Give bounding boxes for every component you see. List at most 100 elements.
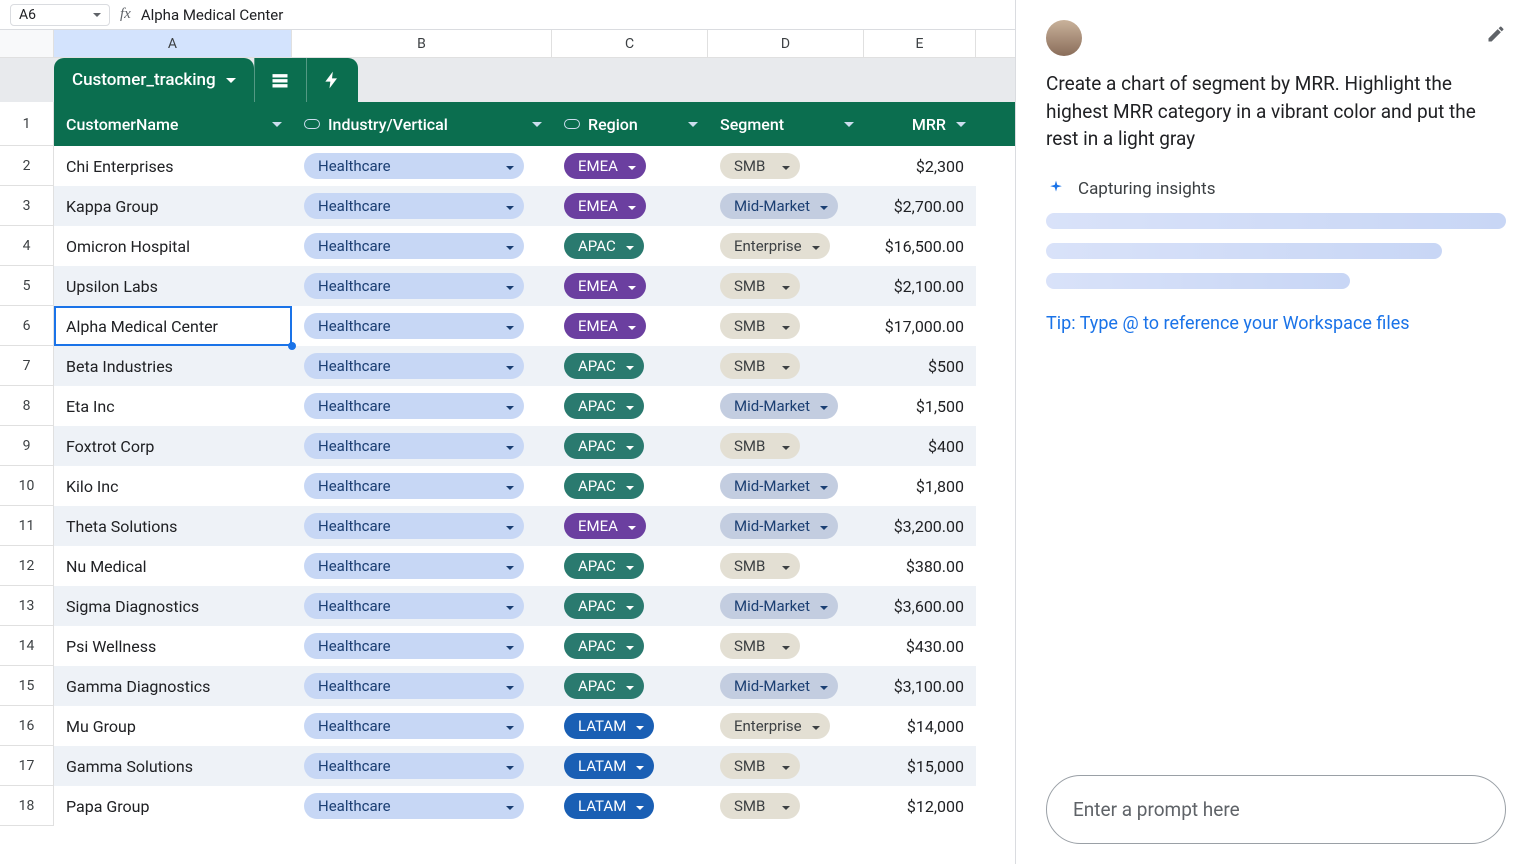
region-chip[interactable]: APAC [564,593,644,619]
row-number[interactable]: 14 [0,626,54,666]
cell-customer-name[interactable]: Alpha Medical Center [54,306,292,346]
col-industry[interactable]: Industry/Vertical [292,102,552,146]
cell-mrr[interactable]: $2,300 [864,146,976,186]
cell-segment[interactable]: SMB [708,306,864,346]
cell-region[interactable]: APAC [552,666,708,706]
region-chip[interactable]: APAC [564,473,644,499]
industry-chip[interactable]: Healthcare [304,673,524,699]
cell-region[interactable]: APAC [552,546,708,586]
cell-region[interactable]: APAC [552,346,708,386]
cell-customer-name[interactable]: Gamma Solutions [54,746,292,786]
segment-chip[interactable]: SMB [720,793,800,819]
row-number[interactable]: 5 [0,266,54,306]
segment-chip[interactable]: SMB [720,153,800,179]
cell-industry[interactable]: Healthcare [292,266,552,306]
cell-segment[interactable]: SMB [708,746,864,786]
cell-segment[interactable]: Mid-Market [708,666,864,706]
cell-industry[interactable]: Healthcare [292,426,552,466]
cell-industry[interactable]: Healthcare [292,666,552,706]
cell-segment[interactable]: Mid-Market [708,506,864,546]
segment-chip[interactable]: Mid-Market [720,593,838,619]
segment-chip[interactable]: Enterprise [720,713,830,739]
industry-chip[interactable]: Healthcare [304,473,524,499]
segment-chip[interactable]: SMB [720,313,800,339]
cell-customer-name[interactable]: Kilo Inc [54,466,292,506]
cell-segment[interactable]: SMB [708,546,864,586]
cell-customer-name[interactable]: Foxtrot Corp [54,426,292,466]
industry-chip[interactable]: Healthcare [304,713,524,739]
cell-mrr[interactable]: $1,800 [864,466,976,506]
cell-customer-name[interactable]: Omicron Hospital [54,226,292,266]
cell-industry[interactable]: Healthcare [292,306,552,346]
column-header-b[interactable]: B [292,30,552,57]
region-chip[interactable]: APAC [564,393,644,419]
cell-customer-name[interactable]: Mu Group [54,706,292,746]
cell-segment[interactable]: Mid-Market [708,386,864,426]
segment-chip[interactable]: SMB [720,633,800,659]
cell-segment[interactable]: SMB [708,626,864,666]
industry-chip[interactable]: Healthcare [304,753,524,779]
cell-industry[interactable]: Healthcare [292,546,552,586]
cell-mrr[interactable]: $15,000 [864,746,976,786]
row-number[interactable]: 4 [0,226,54,266]
row-number[interactable]: 16 [0,706,54,746]
cell-mrr[interactable]: $3,200.00 [864,506,976,546]
region-chip[interactable]: APAC [564,233,644,259]
industry-chip[interactable]: Healthcare [304,233,524,259]
cell-region[interactable]: EMEA [552,186,708,226]
cell-region[interactable]: APAC [552,226,708,266]
cell-customer-name[interactable]: Gamma Diagnostics [54,666,292,706]
pencil-icon[interactable] [1486,24,1506,48]
table-tab[interactable]: Customer_tracking [54,58,254,102]
cell-industry[interactable]: Healthcare [292,386,552,426]
cell-region[interactable]: APAC [552,386,708,426]
row-number[interactable]: 9 [0,426,54,466]
industry-chip[interactable]: Healthcare [304,193,524,219]
region-chip[interactable]: APAC [564,353,644,379]
cell-segment[interactable]: SMB [708,146,864,186]
cell-mrr[interactable]: $430.00 [864,626,976,666]
row-number[interactable]: 6 [0,306,54,346]
cell-industry[interactable]: Healthcare [292,186,552,226]
cell-industry[interactable]: Healthcare [292,746,552,786]
row-number[interactable]: 11 [0,506,54,546]
cell-mrr[interactable]: $400 [864,426,976,466]
row-number[interactable]: 8 [0,386,54,426]
cell-customer-name[interactable]: Theta Solutions [54,506,292,546]
cell-industry[interactable]: Healthcare [292,506,552,546]
table-view-icon[interactable] [254,58,306,102]
selection-handle[interactable] [288,342,296,350]
cell-segment[interactable]: Mid-Market [708,466,864,506]
column-header-a[interactable]: A [54,30,292,57]
cell-industry[interactable]: Healthcare [292,586,552,626]
cell-region[interactable]: EMEA [552,306,708,346]
col-region[interactable]: Region [552,102,708,146]
cell-mrr[interactable]: $500 [864,346,976,386]
segment-chip[interactable]: SMB [720,433,800,459]
region-chip[interactable]: APAC [564,433,644,459]
col-customer-name[interactable]: CustomerName [54,102,292,146]
cell-region[interactable]: APAC [552,466,708,506]
cell-mrr[interactable]: $3,100.00 [864,666,976,706]
region-chip[interactable]: APAC [564,673,644,699]
industry-chip[interactable]: Healthcare [304,593,524,619]
cell-industry[interactable]: Healthcare [292,146,552,186]
industry-chip[interactable]: Healthcare [304,353,524,379]
segment-chip[interactable]: SMB [720,553,800,579]
cell-customer-name[interactable]: Beta Industries [54,346,292,386]
cell-mrr[interactable]: $12,000 [864,786,976,826]
bolt-icon[interactable] [306,58,358,102]
cell-customer-name[interactable]: Eta Inc [54,386,292,426]
segment-chip[interactable]: Mid-Market [720,513,838,539]
row-number[interactable]: 3 [0,186,54,226]
segment-chip[interactable]: Mid-Market [720,473,838,499]
segment-chip[interactable]: SMB [720,273,800,299]
row-number[interactable]: 10 [0,466,54,506]
industry-chip[interactable]: Healthcare [304,313,524,339]
segment-chip[interactable]: Enterprise [720,233,830,259]
cell-customer-name[interactable]: Chi Enterprises [54,146,292,186]
cell-customer-name[interactable]: Kappa Group [54,186,292,226]
cell-region[interactable]: APAC [552,586,708,626]
cell-segment[interactable]: SMB [708,426,864,466]
cell-mrr[interactable]: $2,700.00 [864,186,976,226]
